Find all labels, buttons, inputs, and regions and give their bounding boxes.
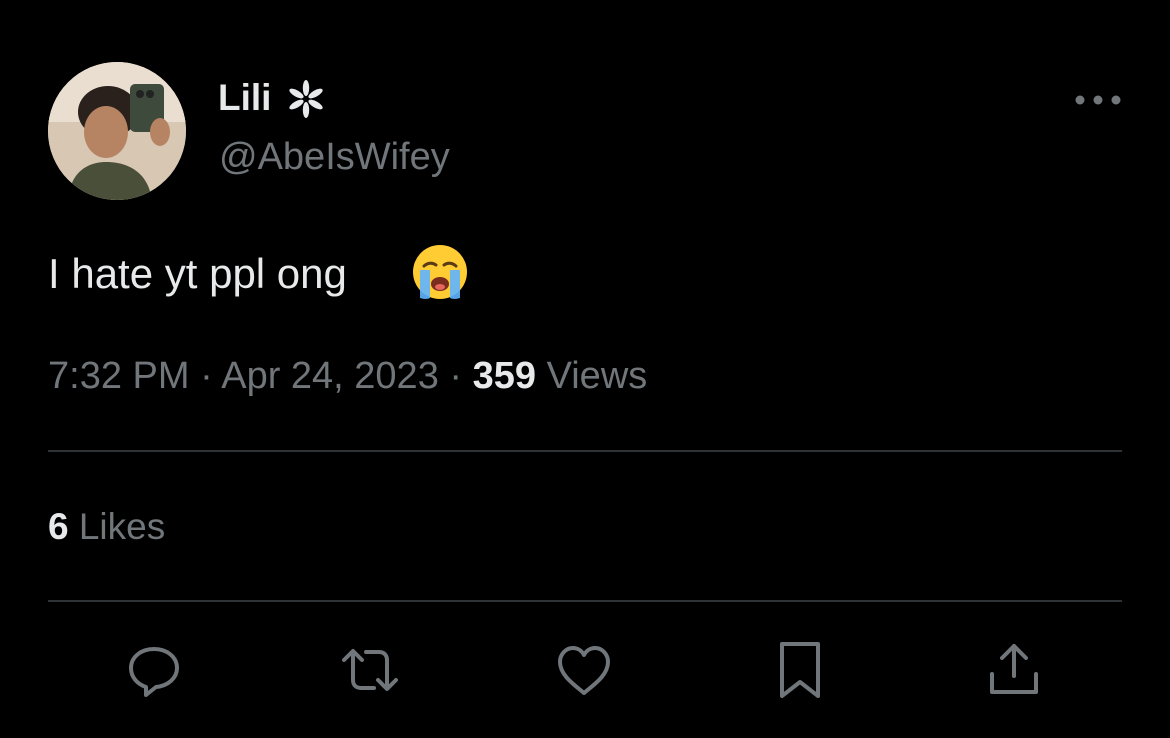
retweet-button[interactable]	[338, 638, 402, 702]
tweet-date[interactable]: Apr 24, 2023	[221, 355, 439, 397]
author-display-name[interactable]: Lili	[218, 76, 271, 120]
author-handle[interactable]: @AbeIsWifey	[219, 134, 450, 180]
share-icon	[990, 644, 1038, 694]
more-options-button[interactable]	[1072, 86, 1124, 114]
loudly-crying-face-icon	[410, 242, 470, 302]
views-label: Views	[546, 355, 648, 397]
tweet-time[interactable]: 7:32 PM	[48, 355, 190, 397]
meta-separator: ·	[200, 355, 213, 397]
tweet-meta: 7:32 PM · Apr 24, 2023 · 359 Views	[48, 352, 647, 400]
avatar[interactable]	[48, 62, 186, 200]
avatar-image	[48, 62, 186, 200]
divider	[48, 600, 1122, 602]
likes-label: Likes	[78, 506, 166, 547]
likes-summary[interactable]: 6 Likes	[48, 504, 165, 550]
reply-icon	[129, 647, 179, 697]
divider	[48, 450, 1122, 452]
retweet-icon	[342, 649, 398, 691]
like-button[interactable]	[552, 638, 616, 702]
likes-count: 6	[48, 506, 69, 547]
tweet-text: I hate yt ppl ong	[48, 250, 347, 297]
views-count: 359	[472, 355, 537, 397]
ellipsis-icon	[1075, 95, 1121, 105]
heart-icon	[558, 646, 610, 695]
bookmark-button[interactable]	[768, 638, 832, 702]
bookmark-icon	[780, 642, 820, 698]
meta-separator: ·	[449, 355, 463, 397]
share-button[interactable]	[982, 638, 1046, 702]
flower-icon	[286, 79, 326, 119]
reply-button[interactable]	[122, 638, 186, 702]
